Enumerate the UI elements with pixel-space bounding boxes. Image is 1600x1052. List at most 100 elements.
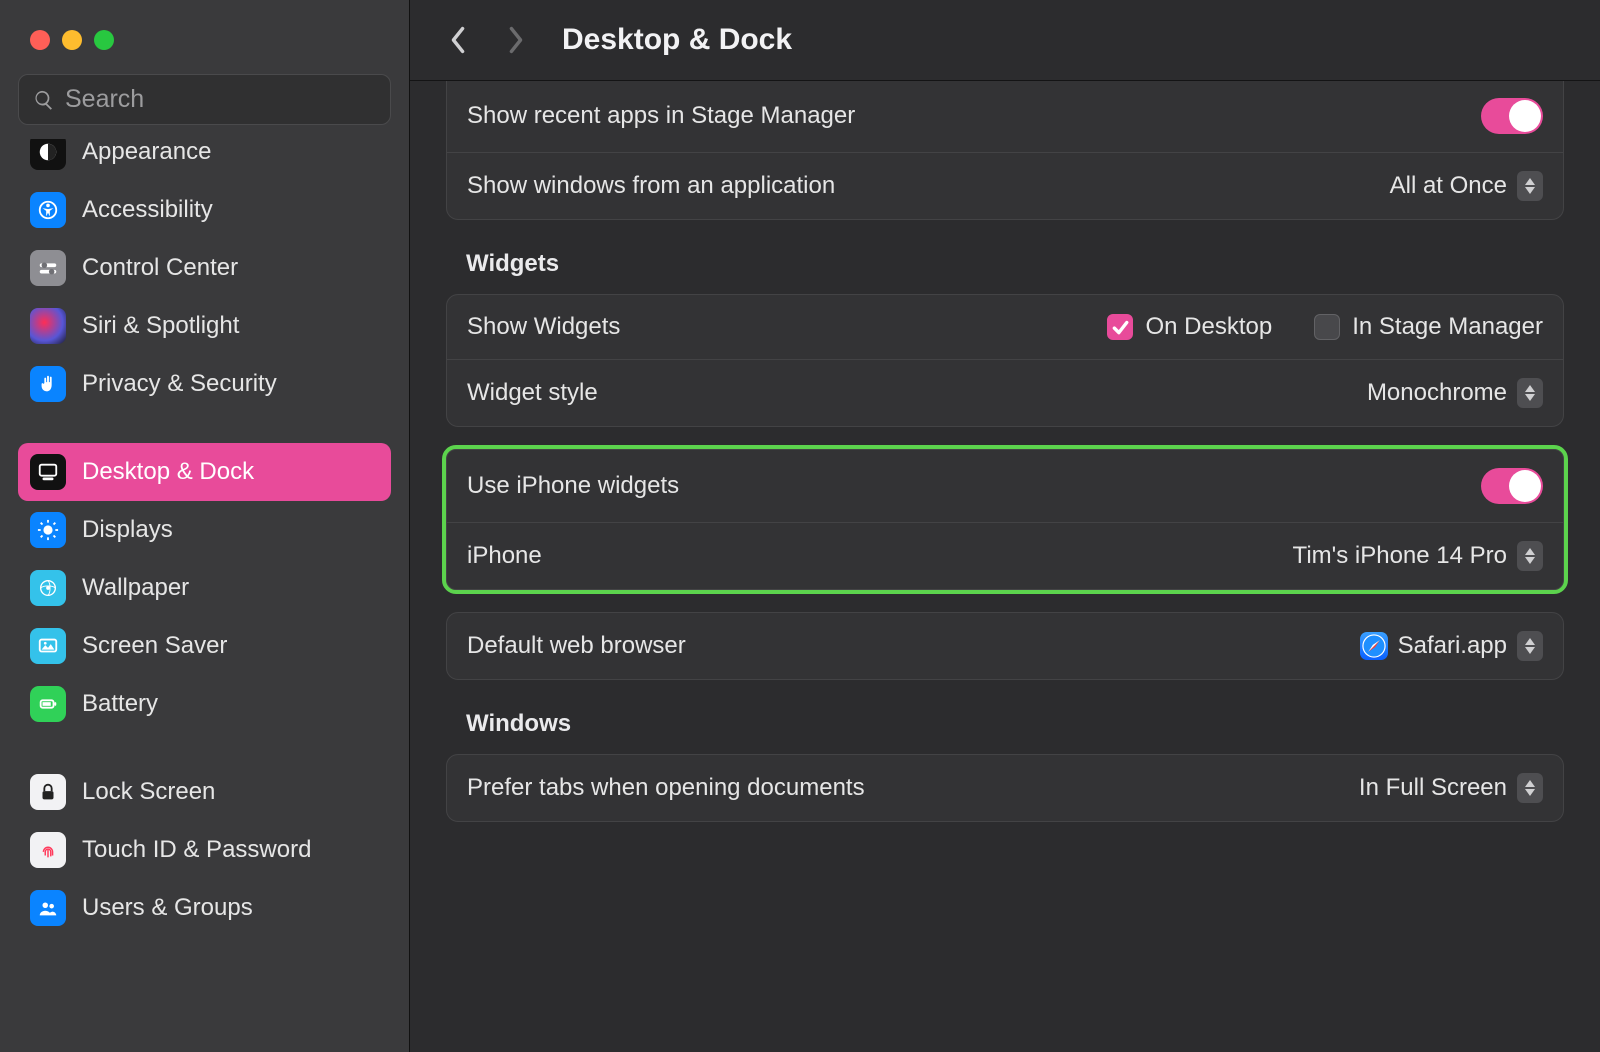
widgets-iphone-card: Use iPhone widgets iPhone Tim's iPhone 1… bbox=[446, 449, 1564, 590]
minimize-window-button[interactable] bbox=[62, 30, 82, 50]
section-title-widgets: Widgets bbox=[466, 250, 1564, 278]
select-value: Tim's iPhone 14 Pro bbox=[1293, 542, 1507, 570]
sidebar-item-label: Desktop & Dock bbox=[82, 458, 254, 486]
chevron-up-down-icon bbox=[1517, 631, 1543, 661]
nav-forward-button[interactable] bbox=[496, 20, 536, 60]
control-center-icon bbox=[30, 250, 66, 286]
sidebar-item-desktop-dock[interactable]: Desktop & Dock bbox=[18, 443, 391, 501]
nav-back-button[interactable] bbox=[438, 20, 478, 60]
checkbox-in-stage-manager[interactable] bbox=[1314, 314, 1340, 340]
row-iphone: iPhone Tim's iPhone 14 Pro bbox=[447, 522, 1563, 589]
fingerprint-icon bbox=[30, 832, 66, 868]
page-title: Desktop & Dock bbox=[562, 23, 792, 57]
select-value: In Full Screen bbox=[1359, 774, 1507, 802]
safari-icon bbox=[1360, 632, 1388, 660]
row-label: Widget style bbox=[467, 379, 598, 407]
search-icon bbox=[33, 89, 55, 111]
row-show-windows-from-app: Show windows from an application All at … bbox=[447, 152, 1563, 219]
zoom-window-button[interactable] bbox=[94, 30, 114, 50]
sidebar-item-label: Siri & Spotlight bbox=[82, 312, 239, 340]
sidebar-item-label: Touch ID & Password bbox=[82, 836, 311, 864]
checkbox-on-desktop[interactable] bbox=[1107, 314, 1133, 340]
sidebar-list: Appearance Accessibility Control Center … bbox=[0, 139, 409, 1052]
users-icon bbox=[30, 890, 66, 926]
sidebar-item-label: Displays bbox=[82, 516, 173, 544]
toggle-show-recent-apps[interactable] bbox=[1481, 98, 1543, 134]
sidebar-item-label: Accessibility bbox=[82, 196, 213, 224]
sidebar-item-siri-spotlight[interactable]: Siri & Spotlight bbox=[18, 297, 391, 355]
sidebar-item-label: Battery bbox=[82, 690, 158, 718]
default-browser-card: Default web browser Safari.app bbox=[446, 612, 1564, 680]
select-value: Monochrome bbox=[1367, 379, 1507, 407]
sidebar-item-label: Control Center bbox=[82, 254, 238, 282]
close-window-button[interactable] bbox=[30, 30, 50, 50]
desktop-dock-icon bbox=[30, 454, 66, 490]
row-label: iPhone bbox=[467, 542, 542, 570]
screen-saver-icon bbox=[30, 628, 66, 664]
search-input[interactable]: Search bbox=[18, 74, 391, 125]
select-value: Safari.app bbox=[1398, 632, 1507, 660]
sidebar-item-label: Lock Screen bbox=[82, 778, 215, 806]
sidebar-item-label: Screen Saver bbox=[82, 632, 227, 660]
battery-icon bbox=[30, 686, 66, 722]
windows-card: Prefer tabs when opening documents In Fu… bbox=[446, 754, 1564, 822]
sidebar-item-label: Users & Groups bbox=[82, 894, 253, 922]
sidebar-item-lock-screen[interactable]: Lock Screen bbox=[18, 763, 391, 821]
titlebar: Desktop & Dock bbox=[410, 0, 1600, 81]
checkbox-label: On Desktop bbox=[1145, 313, 1272, 341]
widgets-card-1: Show Widgets On Desktop In Stage Manager bbox=[446, 294, 1564, 427]
select-widget-style[interactable]: Monochrome bbox=[1367, 378, 1543, 408]
hand-icon bbox=[30, 366, 66, 402]
sidebar-item-appearance[interactable]: Appearance bbox=[18, 139, 391, 181]
row-use-iphone-widgets: Use iPhone widgets bbox=[447, 450, 1563, 522]
row-prefer-tabs: Prefer tabs when opening documents In Fu… bbox=[447, 755, 1563, 821]
select-default-browser[interactable]: Safari.app bbox=[1360, 631, 1543, 661]
select-show-windows-from-app[interactable]: All at Once bbox=[1390, 171, 1543, 201]
window-controls bbox=[0, 0, 409, 74]
sidebar-item-screen-saver[interactable]: Screen Saver bbox=[18, 617, 391, 675]
settings-window: Search Appearance Accessibility Contr bbox=[0, 0, 1600, 1052]
select-value: All at Once bbox=[1390, 172, 1507, 200]
chevron-up-down-icon bbox=[1517, 773, 1543, 803]
sidebar: Search Appearance Accessibility Contr bbox=[0, 0, 410, 1052]
lock-icon bbox=[30, 774, 66, 810]
sidebar-item-touch-id-password[interactable]: Touch ID & Password bbox=[18, 821, 391, 879]
stage-manager-card: Show recent apps in Stage Manager Show w… bbox=[446, 81, 1564, 220]
row-label: Show recent apps in Stage Manager bbox=[467, 102, 855, 130]
row-label: Use iPhone widgets bbox=[467, 472, 679, 500]
displays-icon bbox=[30, 512, 66, 548]
row-label: Show windows from an application bbox=[467, 172, 835, 200]
row-show-widgets: Show Widgets On Desktop In Stage Manager bbox=[447, 295, 1563, 359]
select-iphone[interactable]: Tim's iPhone 14 Pro bbox=[1293, 541, 1543, 571]
wallpaper-icon bbox=[30, 570, 66, 606]
sidebar-item-accessibility[interactable]: Accessibility bbox=[18, 181, 391, 239]
sidebar-item-label: Privacy & Security bbox=[82, 370, 277, 398]
section-title-windows: Windows bbox=[466, 710, 1564, 738]
checkbox-label: In Stage Manager bbox=[1352, 313, 1543, 341]
appearance-icon bbox=[30, 139, 66, 170]
search-placeholder: Search bbox=[65, 85, 144, 114]
sidebar-item-label: Appearance bbox=[82, 139, 211, 166]
sidebar-item-wallpaper[interactable]: Wallpaper bbox=[18, 559, 391, 617]
chevron-up-down-icon bbox=[1517, 171, 1543, 201]
row-widget-style: Widget style Monochrome bbox=[447, 359, 1563, 426]
row-label: Prefer tabs when opening documents bbox=[467, 774, 865, 802]
sidebar-item-displays[interactable]: Displays bbox=[18, 501, 391, 559]
chevron-up-down-icon bbox=[1517, 378, 1543, 408]
sidebar-item-privacy-security[interactable]: Privacy & Security bbox=[18, 355, 391, 413]
row-default-browser: Default web browser Safari.app bbox=[447, 613, 1563, 679]
toggle-use-iphone-widgets[interactable] bbox=[1481, 468, 1543, 504]
main-panel: Desktop & Dock Show recent apps in Stage… bbox=[410, 0, 1600, 1052]
sidebar-item-control-center[interactable]: Control Center bbox=[18, 239, 391, 297]
sidebar-item-label: Wallpaper bbox=[82, 574, 189, 602]
siri-icon bbox=[30, 308, 66, 344]
row-show-recent-apps: Show recent apps in Stage Manager bbox=[447, 81, 1563, 152]
chevron-up-down-icon bbox=[1517, 541, 1543, 571]
row-label: Show Widgets bbox=[467, 313, 620, 341]
select-prefer-tabs[interactable]: In Full Screen bbox=[1359, 773, 1543, 803]
sidebar-item-users-groups[interactable]: Users & Groups bbox=[18, 879, 391, 937]
row-label: Default web browser bbox=[467, 632, 686, 660]
sidebar-item-battery[interactable]: Battery bbox=[18, 675, 391, 733]
content: Show recent apps in Stage Manager Show w… bbox=[410, 81, 1600, 1052]
accessibility-icon bbox=[30, 192, 66, 228]
